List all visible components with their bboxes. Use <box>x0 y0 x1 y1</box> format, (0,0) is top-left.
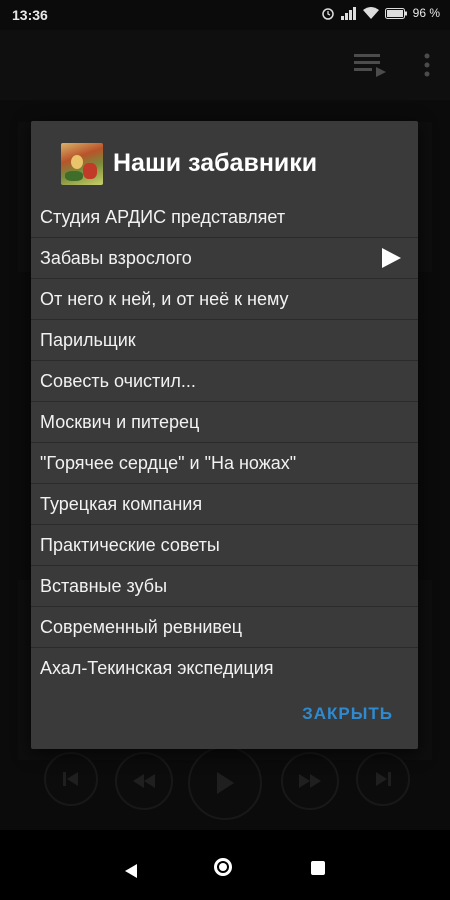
chapter-item[interactable]: Турецкая компания <box>31 484 418 525</box>
alarm-icon <box>321 8 334 20</box>
recents-icon[interactable] <box>311 861 325 875</box>
chapter-item[interactable]: Практические советы <box>31 525 418 566</box>
dialog-title: Наши забавники <box>113 149 318 177</box>
dialog-header: Наши забавники <box>31 121 418 197</box>
chapter-label: Парильщик <box>40 330 136 350</box>
status-bar: 13:36 96 % <box>0 0 450 30</box>
chapter-list: Студия АРДИС представляет Забавы взросло… <box>31 197 418 688</box>
album-art <box>61 143 103 185</box>
chapter-label: "Горячее сердце" и "На ножах" <box>40 453 297 473</box>
chapter-item[interactable]: "Горячее сердце" и "На ножах" <box>31 443 418 484</box>
chapter-item[interactable]: Вставные зубы <box>31 566 418 607</box>
battery-percent: 96 % <box>412 6 440 20</box>
battery-icon <box>384 7 407 19</box>
chapter-item[interactable]: Студия АРДИС представляет <box>31 197 418 238</box>
chapter-label: От него к ней, и от неё к нему <box>40 289 289 309</box>
chapter-item[interactable]: Москвич и питерец <box>31 402 418 443</box>
play-icon <box>382 248 401 268</box>
chapter-list-dialog: Наши забавники Студия АРДИС представляет… <box>31 121 418 749</box>
chapter-label: Ахал-Текинская экспедиция <box>40 658 274 678</box>
chapter-label: Вставные зубы <box>40 576 168 596</box>
chapter-label: Турецкая компания <box>40 494 203 514</box>
chapter-label: Совесть очистил... <box>40 371 196 391</box>
chapter-label: Москвич и питерец <box>40 412 200 432</box>
status-time: 13:36 <box>12 7 48 23</box>
chapter-item[interactable]: Ахал-Текинская экспедиция <box>31 648 418 688</box>
signal-icon <box>340 6 356 20</box>
close-button[interactable]: ЗАКРЫТЬ <box>302 704 393 724</box>
chapter-label: Практические советы <box>40 535 220 555</box>
wifi-icon <box>362 6 379 19</box>
chapter-label: Современный ревнивец <box>40 617 243 637</box>
chapter-item[interactable]: Парильщик <box>31 320 418 361</box>
chapter-item[interactable]: Современный ревнивец <box>31 607 418 648</box>
status-icons: 96 % <box>321 6 440 20</box>
chapter-label: Забавы взрослого <box>40 248 192 268</box>
system-nav-bar <box>0 830 450 900</box>
chapter-item[interactable]: От него к ней, и от неё к нему <box>31 279 418 320</box>
back-icon[interactable] <box>124 863 138 879</box>
chapter-item-playing[interactable]: Забавы взрослого <box>31 238 418 279</box>
home-icon[interactable] <box>214 858 232 876</box>
chapter-label: Студия АРДИС представляет <box>40 207 286 227</box>
chapter-item[interactable]: Совесть очистил... <box>31 361 418 402</box>
